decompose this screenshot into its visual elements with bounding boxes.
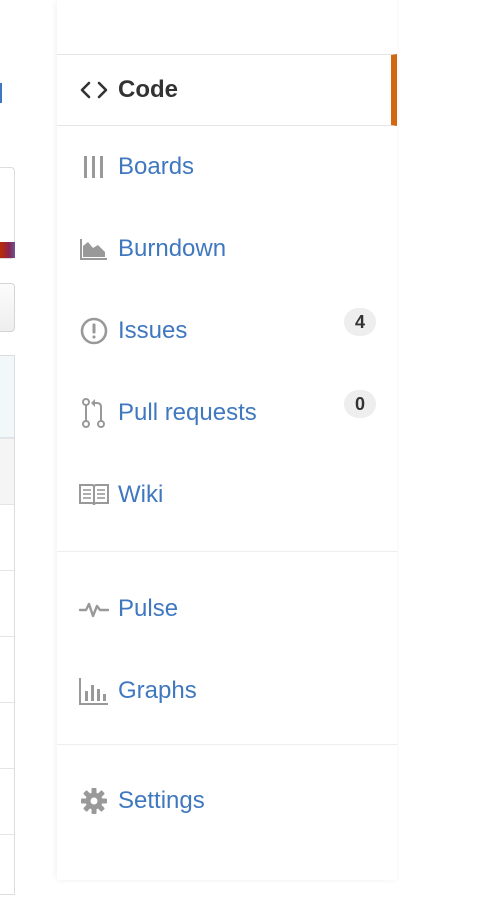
primary-nav: Code Boards Burndown Issues 4 Pull reque… (57, 54, 397, 536)
git-pull-request-icon (79, 398, 109, 428)
nav-label: Settings (118, 787, 205, 814)
table-row[interactable] (0, 570, 14, 636)
book-icon (79, 480, 109, 510)
secondary-nav: Pulse Graphs (57, 568, 397, 732)
nav-divider (57, 551, 397, 552)
nav-item-burndown[interactable]: Burndown (57, 208, 397, 290)
table-row[interactable] (0, 768, 14, 834)
burndown-icon (79, 234, 109, 264)
nav-label: Burndown (118, 235, 227, 262)
gear-icon (79, 786, 109, 816)
nav-item-code[interactable]: Code (57, 54, 397, 126)
file-list (0, 355, 15, 895)
pulse-icon (79, 594, 109, 624)
nav-item-pull-requests[interactable]: Pull requests 0 (57, 372, 397, 454)
graph-icon (79, 676, 109, 706)
tertiary-nav: Settings (57, 760, 397, 842)
nav-item-settings[interactable]: Settings (57, 760, 397, 842)
code-icon (79, 75, 109, 105)
nav-label: Wiki (118, 481, 164, 508)
boards-icon (79, 152, 109, 182)
nav-divider (57, 744, 397, 745)
nav-item-pulse[interactable]: Pulse (57, 568, 397, 650)
nav-item-issues[interactable]: Issues 4 (57, 290, 397, 372)
nav-label: Pulse (118, 595, 179, 622)
nav-item-graphs[interactable]: Graphs (57, 650, 397, 732)
file-list-header (0, 438, 14, 504)
table-row[interactable] (0, 702, 14, 768)
pull-requests-counter: 0 (344, 390, 376, 418)
language-bar[interactable] (0, 242, 15, 258)
issues-counter: 4 (344, 308, 376, 336)
main-content-partial (0, 0, 16, 895)
nav-label: Code (118, 76, 178, 103)
issue-opened-icon (79, 316, 109, 346)
table-row[interactable] (0, 636, 14, 702)
repo-nav-sidebar: Code Boards Burndown Issues 4 Pull reque… (57, 0, 397, 880)
nav-label: Graphs (118, 677, 197, 704)
nav-item-boards[interactable]: Boards (57, 126, 397, 208)
branch-button[interactable] (0, 283, 15, 332)
nav-label: Boards (118, 153, 195, 180)
table-row[interactable] (0, 504, 14, 570)
table-row[interactable] (0, 834, 14, 900)
repo-link-fragment[interactable] (0, 83, 2, 103)
nav-label: Pull requests (118, 399, 257, 426)
commit-tease (0, 356, 14, 438)
nav-item-wiki[interactable]: Wiki (57, 454, 397, 536)
nav-label: Issues (118, 317, 188, 344)
